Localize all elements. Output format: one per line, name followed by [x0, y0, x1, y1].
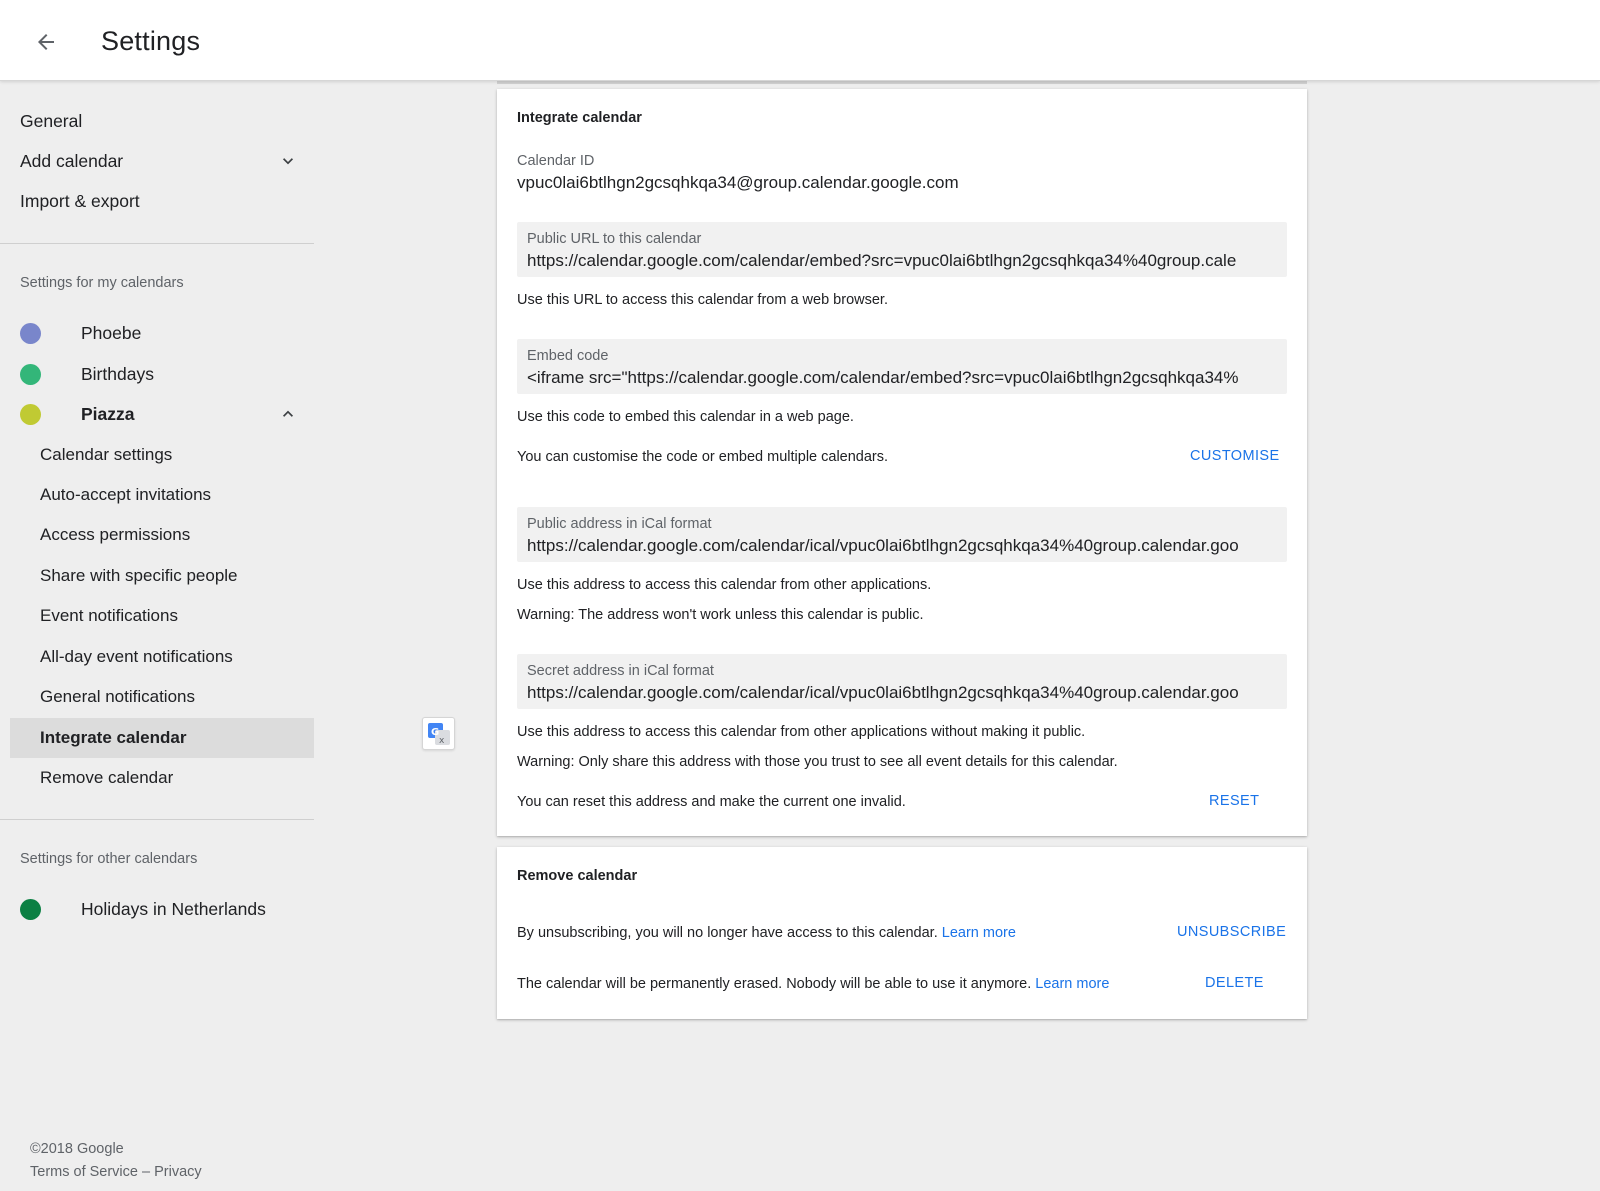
my-calendars-section-label: Settings for my calendars	[20, 275, 184, 291]
sidebar-item-label: General notifications	[40, 687, 195, 706]
sidebar-item-add-calendar[interactable]: Add calendar	[0, 141, 314, 181]
chevron-up-icon	[283, 410, 293, 417]
delete-button[interactable]: DELETE	[1205, 975, 1264, 991]
sidebar-item-label: Import & export	[20, 190, 140, 211]
sidebar-divider	[0, 819, 314, 820]
sidebar-item-label: All-day event notifications	[40, 647, 233, 666]
sidebar-item-label: Auto-accept invitations	[40, 485, 212, 504]
sidebar-item-general[interactable]: General	[0, 101, 314, 141]
customise-description: You can customise the code or embed mult…	[517, 449, 889, 465]
unsubscribe-learn-more-link[interactable]: Learn more	[942, 925, 1016, 941]
public-url-field[interactable]: Public URL to this calendar https://cale…	[517, 222, 1287, 277]
calendar-id-label: Calendar ID	[517, 153, 595, 169]
sidebar-divider	[0, 243, 314, 244]
public-url-label: Public URL to this calendar	[527, 231, 702, 247]
sidebar-item-remove-calendar[interactable]: Remove calendar	[10, 758, 314, 798]
calendar-name: Holidays in Netherlands	[81, 898, 266, 919]
sidebar-item-general-notifications[interactable]: General notifications	[10, 677, 314, 717]
delete-description: The calendar will be permanently erased.…	[517, 976, 1109, 992]
calendar-id-value: vpuc0lai6btlhgn2gcsqhkqa34@group.calenda…	[517, 173, 959, 192]
calendar-color-dot	[20, 363, 41, 385]
integrate-calendar-card: Integrate calendar Calendar ID vpuc0lai6…	[497, 89, 1307, 836]
calendar-name: Phoebe	[81, 322, 142, 343]
sidebar-item-label: Remove calendar	[40, 768, 174, 787]
svg-text:x: x	[439, 736, 445, 746]
public-ical-value[interactable]: https://calendar.google.com/calendar/ica…	[527, 536, 1239, 556]
sidebar-item-label: Access permissions	[40, 525, 191, 544]
settings-sidebar: General Add calendar Import & export Set…	[0, 82, 314, 1191]
embed-code-value[interactable]: <iframe src="https://calendar.google.com…	[527, 368, 1239, 388]
sidebar-calendar-birthdays[interactable]: Birthdays	[0, 354, 314, 394]
back-button[interactable]	[26, 22, 66, 62]
page-title: Settings	[101, 26, 201, 56]
embed-code-description: Use this code to embed this calendar in …	[517, 409, 854, 425]
calendar-name: Birthdays	[81, 363, 154, 384]
sidebar-item-label: Integrate calendar	[40, 728, 187, 747]
page-footer: ©2018 Google Terms of Service – Privacy	[30, 1138, 202, 1184]
public-ical-description: Use this address to access this calendar…	[517, 577, 932, 593]
other-calendars-section-label: Settings for other calendars	[20, 851, 198, 867]
public-ical-warning: Warning: The address won't work unless t…	[517, 607, 924, 623]
privacy-link[interactable]: Privacy	[154, 1164, 202, 1180]
embed-code-label: Embed code	[527, 348, 609, 364]
sidebar-item-share-with-specific-people[interactable]: Share with specific people	[10, 556, 314, 596]
public-url-description: Use this URL to access this calendar fro…	[517, 292, 888, 308]
sidebar-item-label: Add calendar	[20, 150, 124, 171]
unsubscribe-button[interactable]: UNSUBSCRIBE	[1177, 924, 1286, 940]
calendar-name: Piazza	[81, 403, 135, 424]
svg-text:G: G	[431, 727, 439, 738]
chevron-down-icon	[283, 158, 293, 165]
sidebar-item-import-export[interactable]: Import & export	[0, 181, 314, 221]
sidebar-item-calendar-settings[interactable]: Calendar settings	[10, 435, 314, 475]
reset-button[interactable]: RESET	[1209, 793, 1259, 809]
customise-button[interactable]: CUSTOMISE	[1190, 448, 1280, 464]
secret-ical-field[interactable]: Secret address in iCal format https://ca…	[517, 654, 1287, 709]
arrow-left-icon	[38, 34, 54, 50]
sidebar-item-label: Share with specific people	[40, 566, 238, 585]
copyright-text: ©2018 Google	[30, 1141, 124, 1157]
unsubscribe-text: By unsubscribing, you will no longer hav…	[517, 925, 938, 941]
delete-learn-more-link[interactable]: Learn more	[1035, 976, 1109, 992]
sidebar-item-label: General	[20, 110, 83, 131]
sidebar-item-label: Event notifications	[40, 606, 178, 625]
calendar-color-dot	[20, 322, 41, 344]
calendar-color-dot	[20, 898, 41, 920]
remove-calendar-card: Remove calendar By unsubscribing, you wi…	[497, 847, 1307, 1019]
secret-ical-description: Use this address to access this calendar…	[517, 724, 1086, 740]
sidebar-calendar-phoebe[interactable]: Phoebe	[0, 313, 314, 353]
sidebar-item-auto-accept-invitations[interactable]: Auto-accept invitations	[10, 475, 314, 515]
secret-ical-warning: Warning: Only share this address with th…	[517, 754, 1118, 770]
calendar-color-dot	[20, 403, 41, 425]
sidebar-item-label: Calendar settings	[40, 445, 173, 464]
delete-text: The calendar will be permanently erased.…	[517, 976, 1032, 992]
integrate-calendar-title: Integrate calendar	[517, 110, 642, 126]
reset-description: You can reset this address and make the …	[517, 794, 906, 810]
sidebar-calendar-piazza[interactable]: Piazza	[0, 394, 314, 434]
sidebar-calendar-holidays-netherlands[interactable]: Holidays in Netherlands	[0, 889, 314, 929]
sidebar-item-all-day-event-notifications[interactable]: All-day event notifications	[10, 637, 314, 677]
google-translate-icon: G x	[427, 722, 450, 746]
top-app-bar: Settings	[0, 0, 1600, 81]
translate-button[interactable]: G x	[422, 717, 455, 750]
secret-ical-label: Secret address in iCal format	[527, 663, 714, 679]
public-ical-label: Public address in iCal format	[527, 516, 712, 532]
embed-code-field[interactable]: Embed code <iframe src="https://calendar…	[517, 339, 1287, 394]
public-url-value[interactable]: https://calendar.google.com/calendar/emb…	[527, 251, 1236, 271]
remove-calendar-title: Remove calendar	[517, 868, 638, 884]
secret-ical-value[interactable]: https://calendar.google.com/calendar/ica…	[527, 683, 1239, 703]
footer-separator: –	[142, 1164, 151, 1180]
sidebar-item-event-notifications[interactable]: Event notifications	[10, 596, 314, 636]
sidebar-item-integrate-calendar[interactable]: Integrate calendar	[10, 718, 314, 758]
sidebar-item-access-permissions[interactable]: Access permissions	[10, 515, 314, 555]
public-ical-field[interactable]: Public address in iCal format https://ca…	[517, 507, 1287, 562]
unsubscribe-description: By unsubscribing, you will no longer hav…	[517, 925, 1016, 941]
terms-of-service-link[interactable]: Terms of Service	[30, 1164, 138, 1180]
